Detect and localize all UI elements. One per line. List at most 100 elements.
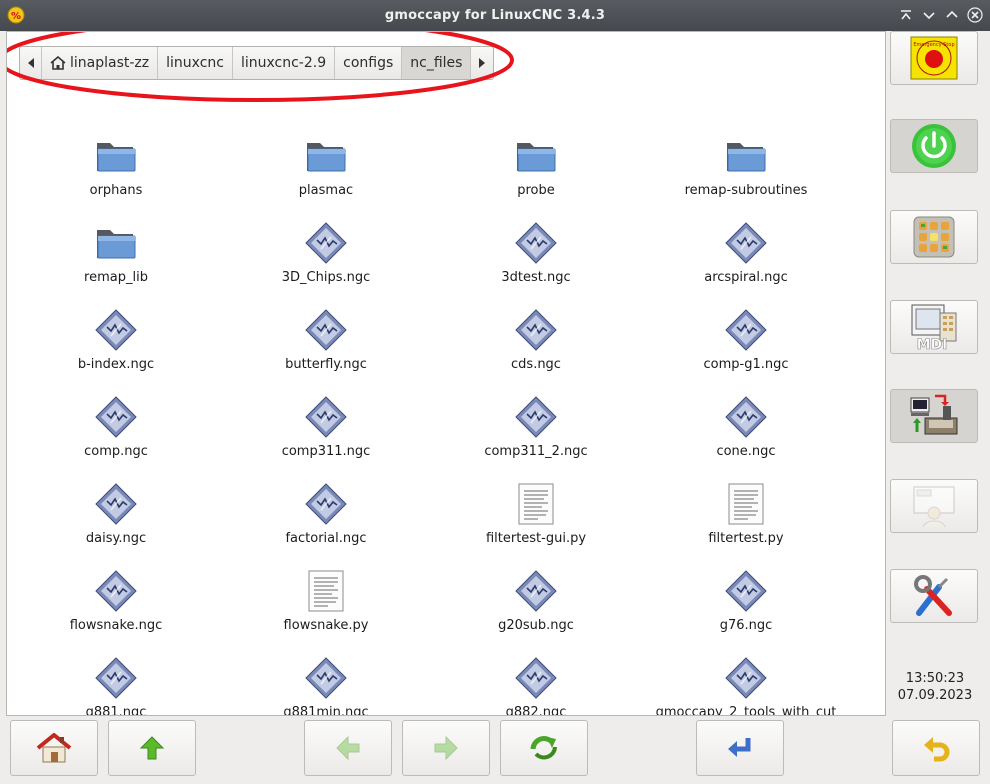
file-name: probe [517,183,555,198]
text-file-icon [308,570,344,612]
file-name: cone.ngc [716,444,776,459]
file-item[interactable]: g20sub.ngc [431,570,641,633]
file-item[interactable]: butterfly.ngc [221,309,431,372]
breadcrumb: linaplast-zz linuxcnc linuxcnc-2.9 confi… [19,46,495,80]
file-name: g881min.ngc [283,705,369,716]
file-name: flowsnake.ngc [69,618,163,633]
user-tabs-button[interactable] [890,479,978,533]
manual-mode-button[interactable] [890,210,978,264]
file-item[interactable]: g882.ngc [431,657,641,715]
file-name: flowsnake.py [283,618,369,633]
ngc-file-icon [725,222,767,264]
folder-icon [727,143,766,172]
arrow-left-icon [336,735,360,761]
ngc-file-icon [515,222,557,264]
file-item[interactable]: remap_lib [11,222,221,285]
undo-button[interactable] [892,720,980,776]
breadcrumb-item-home[interactable]: linaplast-zz [42,47,159,79]
ngc-file-icon [725,657,767,699]
maximize-icon[interactable] [944,7,960,23]
text-file-icon [518,483,554,525]
file-item[interactable]: b-index.ngc [11,309,221,372]
file-name: b-index.ngc [77,357,155,372]
file-item[interactable]: comp311_2.ngc [431,396,641,459]
mdi-label: MDI [917,337,948,351]
file-item[interactable]: arcspiral.ngc [641,222,851,285]
breadcrumb-item[interactable]: linuxcnc [158,47,233,79]
file-item[interactable]: plasmac [221,135,431,198]
breadcrumb-scroll-left-button[interactable] [20,47,42,79]
home-icon [50,56,66,70]
ngc-file-icon [95,570,137,612]
file-name: remap_lib [84,270,148,285]
ngc-file-icon [725,570,767,612]
file-item[interactable]: filtertest-gui.py [431,483,641,546]
auto-mode-button[interactable] [890,389,978,443]
file-item[interactable]: gmoccapy_2_tools_with_cut [641,657,851,715]
mdi-mode-button[interactable]: MDI [890,300,978,354]
file-item[interactable]: comp-g1.ngc [641,309,851,372]
estop-label: Emergency-Stop [913,42,954,48]
file-item[interactable]: flowsnake.py [221,570,431,633]
file-item[interactable]: comp.ngc [11,396,221,459]
file-item[interactable]: g76.ngc [641,570,851,633]
breadcrumb-scroll-right-button[interactable] [471,47,493,79]
dir-up-button[interactable] [108,720,196,776]
minimize-icon[interactable] [921,7,937,23]
keep-above-icon[interactable] [898,7,914,23]
load-file-button[interactable] [696,720,784,776]
breadcrumb-item[interactable]: linuxcnc-2.9 [233,47,336,79]
file-name: filtertest-gui.py [485,531,587,546]
ngc-file-icon [305,483,347,525]
file-item[interactable]: 3D_Chips.ngc [221,222,431,285]
file-name: arcspiral.ngc [704,270,788,285]
file-item[interactable]: 3dtest.ngc [431,222,641,285]
file-chooser[interactable]: linaplast-zz linuxcnc linuxcnc-2.9 confi… [6,31,886,716]
breadcrumb-item[interactable]: configs [335,47,403,79]
date-label: 07.09.2023 [897,688,973,703]
file-item[interactable]: g881.ngc [11,657,221,715]
ngc-file-icon [515,570,557,612]
ngc-file-icon [725,309,767,351]
settings-button[interactable] [890,569,978,623]
file-item[interactable]: probe [431,135,641,198]
ngc-file-icon [95,309,137,351]
file-item[interactable]: flowsnake.ngc [11,570,221,633]
folder-icon [307,143,346,172]
chevron-left-icon [27,58,34,68]
file-item[interactable]: g881min.ngc [221,657,431,716]
home-button[interactable] [10,720,98,776]
folder-icon [97,143,136,172]
ngc-file-icon [95,657,137,699]
machine-power-button[interactable] [890,119,978,173]
file-item[interactable]: cone.ngc [641,396,851,459]
emergency-stop-button[interactable]: Emergency-Stop [890,31,978,85]
file-name: comp-g1.ngc [703,357,789,372]
back-button[interactable] [304,720,392,776]
file-name: daisy.ngc [85,531,147,546]
close-icon[interactable] [967,7,983,23]
ngc-file-icon [305,309,347,351]
ngc-file-icon [95,396,137,438]
home-icon [36,733,72,763]
file-name: remap-subroutines [684,183,808,198]
file-item[interactable]: factorial.ngc [221,483,431,546]
reload-button[interactable] [500,720,588,776]
file-item[interactable]: orphans [11,135,221,198]
file-name: g76.ngc [719,618,773,633]
file-item[interactable]: daisy.ngc [11,483,221,546]
file-item[interactable]: comp311.ngc [221,396,431,459]
breadcrumb-item-current[interactable]: nc_files [402,47,472,79]
user-tabs-icon [913,486,955,528]
mdi-icon: MDI [911,304,957,351]
forward-button[interactable] [402,720,490,776]
file-name: filtertest.py [708,531,784,546]
file-item[interactable]: remap-subroutines [641,135,851,198]
clock: 13:50:23 07.09.2023 [888,670,982,704]
file-item[interactable]: filtertest.py [641,483,851,546]
ngc-file-icon [305,657,347,699]
file-item[interactable]: cds.ngc [431,309,641,372]
jog-keypad-icon [913,216,955,258]
breadcrumb-label: nc_files [410,55,463,71]
breadcrumb-label: configs [343,55,394,71]
